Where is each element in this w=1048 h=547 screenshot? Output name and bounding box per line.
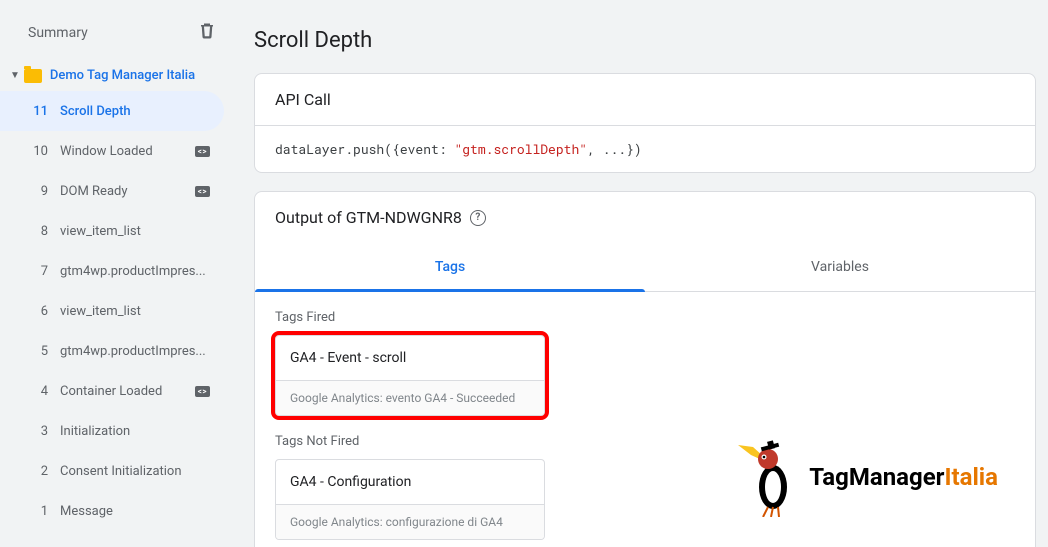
event-label: Window Loaded <box>60 144 189 159</box>
caret-down-icon: ▼ <box>10 70 20 81</box>
container-tree-item[interactable]: ▼ Demo Tag Manager Italia <box>0 62 230 89</box>
event-item[interactable]: 4 Container Loaded <> <box>0 371 224 411</box>
code-badge-icon: <> <box>195 146 210 157</box>
fired-tag-sub: Google Analytics: evento GA4 - Succeeded <box>276 380 544 415</box>
event-item[interactable]: 7 gtm4wp.productImpres... <box>0 251 224 291</box>
fired-tag-title: GA4 - Event - scroll <box>276 336 544 380</box>
event-item[interactable]: 3 Initialization <box>0 411 224 451</box>
event-number: 10 <box>28 144 48 159</box>
event-item[interactable]: 5 gtm4wp.productImpres... <box>0 331 224 371</box>
output-tabs: Tags Variables <box>255 243 1035 292</box>
event-label: Message <box>60 504 210 519</box>
event-number: 4 <box>28 384 48 399</box>
event-item[interactable]: 2 Consent Initialization <box>0 451 224 491</box>
event-number: 3 <box>28 424 48 439</box>
event-number: 2 <box>28 464 48 479</box>
event-label: DOM Ready <box>60 184 189 199</box>
clear-events-icon[interactable] <box>198 22 216 44</box>
event-label: Consent Initialization <box>60 464 210 479</box>
event-label: gtm4wp.productImpres... <box>60 344 210 359</box>
not-fired-tag-title: GA4 - Configuration <box>276 460 544 504</box>
event-label: view_item_list <box>60 224 210 239</box>
api-call-code: dataLayer.push({event: "gtm.scrollDepth"… <box>255 126 1035 172</box>
event-label: Scroll Depth <box>60 104 210 119</box>
woodpecker-icon <box>733 437 803 517</box>
event-number: 1 <box>28 504 48 519</box>
brand-logo: TagManagerItalia <box>733 437 998 517</box>
event-item[interactable]: 1 Message <box>0 491 224 531</box>
event-item[interactable]: 11 Scroll Depth <box>0 91 224 131</box>
event-number: 9 <box>28 184 48 199</box>
event-list: 11 Scroll Depth 10 Window Loaded <> 9 DOM Read… <box>0 91 230 531</box>
event-label: Initialization <box>60 424 210 439</box>
brand-text: TagManagerItalia <box>809 463 998 491</box>
sidebar-header: Summary <box>0 22 230 62</box>
container-name: Demo Tag Manager Italia <box>50 68 195 83</box>
fired-tag-card[interactable]: GA4 - Event - scroll Google Analytics: e… <box>275 335 545 416</box>
tab-tags[interactable]: Tags <box>255 243 645 291</box>
event-label: gtm4wp.productImpres... <box>60 264 210 279</box>
event-label: Container Loaded <box>60 384 189 399</box>
api-call-header: API Call <box>255 74 1035 125</box>
page-title: Scroll Depth <box>254 28 1036 53</box>
event-item[interactable]: 9 DOM Ready <> <box>0 171 224 211</box>
code-badge-icon: <> <box>195 386 210 397</box>
api-call-card: API Call dataLayer.push({event: "gtm.scr… <box>254 73 1036 173</box>
event-item[interactable]: 6 view_item_list <box>0 291 224 331</box>
not-fired-tag-card[interactable]: GA4 - Configuration Google Analytics: co… <box>275 459 545 540</box>
summary-label: Summary <box>28 25 88 41</box>
event-label: view_item_list <box>60 304 210 319</box>
output-header: Output of GTM-NDWGNR8 ? <box>255 192 1035 243</box>
code-badge-icon: <> <box>195 186 210 197</box>
not-fired-tag-sub: Google Analytics: configurazione di GA4 <box>276 504 544 539</box>
tab-variables[interactable]: Variables <box>645 243 1035 291</box>
event-number: 5 <box>28 344 48 359</box>
event-item[interactable]: 8 view_item_list <box>0 211 224 251</box>
event-item[interactable]: 10 Window Loaded <> <box>0 131 224 171</box>
sidebar: Summary ▼ Demo Tag Manager Italia 11 Scro… <box>0 0 230 547</box>
event-number: 8 <box>28 224 48 239</box>
help-icon[interactable]: ? <box>470 210 486 226</box>
event-number: 11 <box>28 104 48 119</box>
event-number: 7 <box>28 264 48 279</box>
tags-fired-label: Tags Fired <box>275 310 1015 325</box>
event-number: 6 <box>28 304 48 319</box>
folder-icon <box>24 69 42 83</box>
